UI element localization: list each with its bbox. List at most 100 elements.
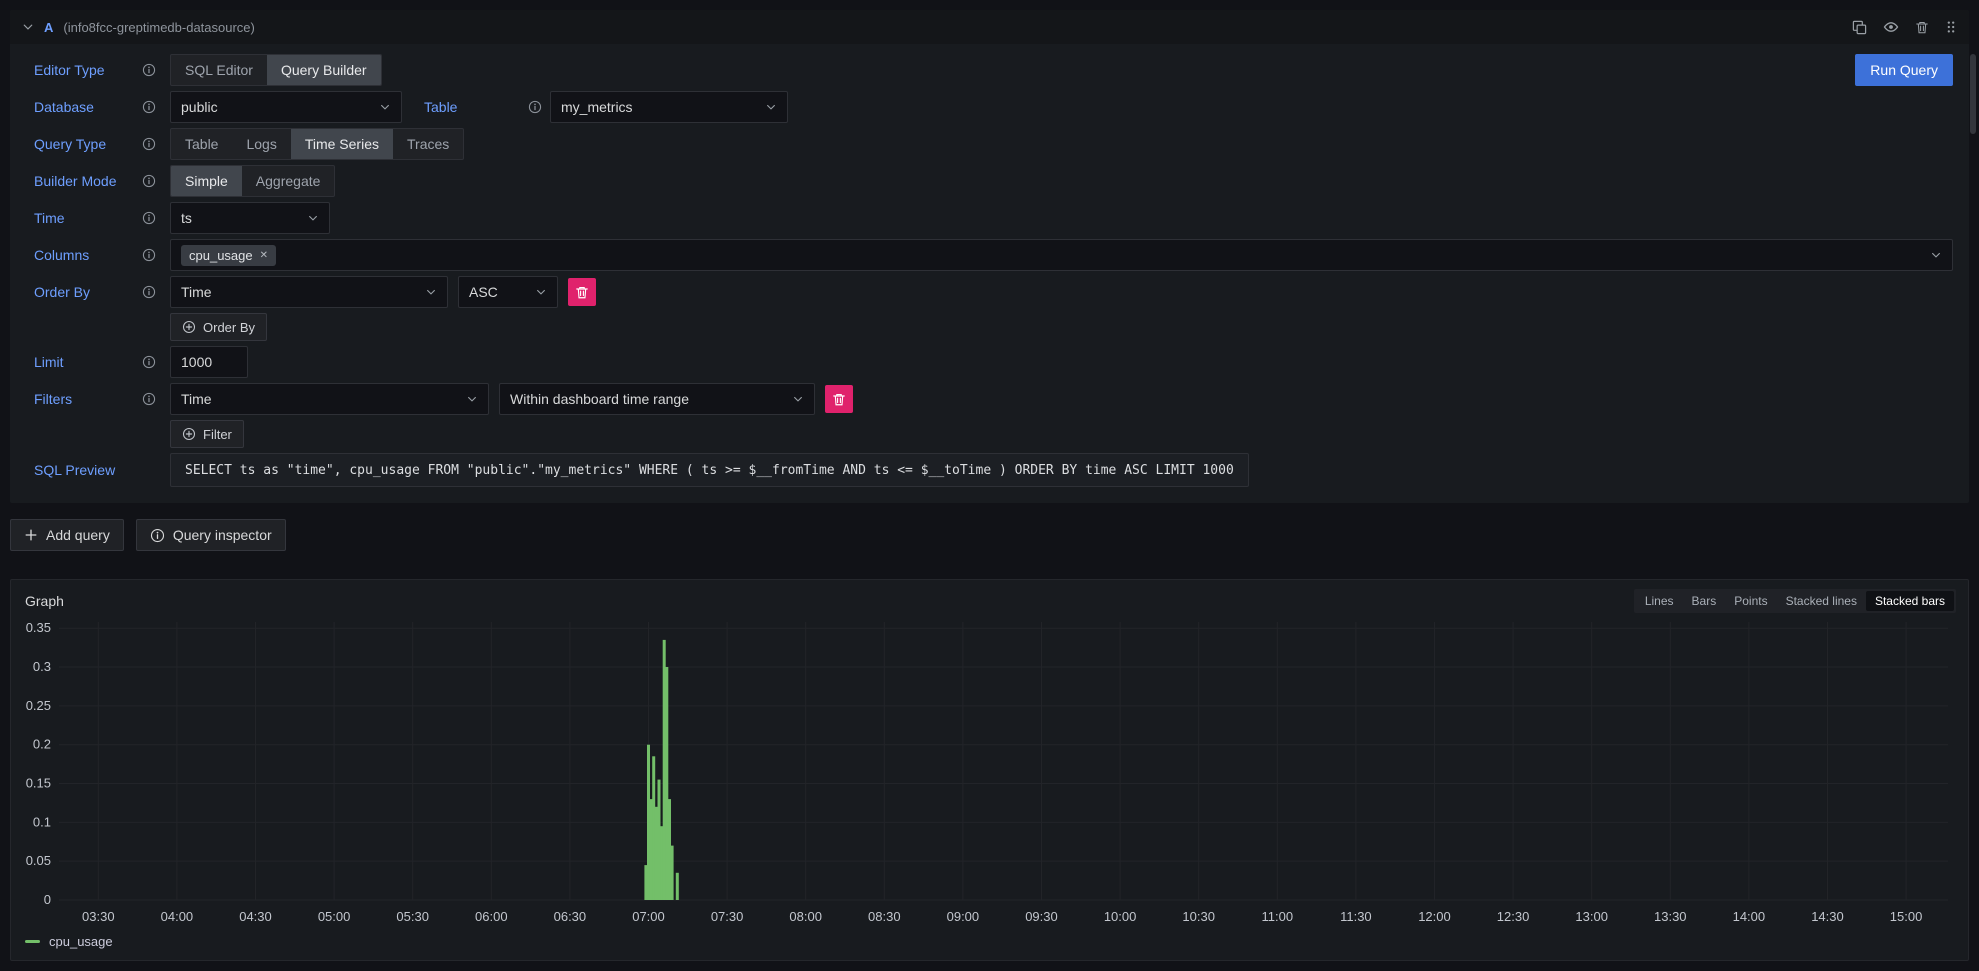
svg-text:08:30: 08:30 [868, 909, 901, 924]
query-type-logs[interactable]: Logs [232, 129, 290, 159]
svg-text:0.35: 0.35 [26, 620, 51, 635]
viz-option-stacked-bars[interactable]: Stacked bars [1866, 591, 1954, 611]
svg-text:11:00: 11:00 [1261, 909, 1293, 924]
query-type-label: Query Type [34, 136, 156, 152]
delete-order-by-button[interactable] [568, 278, 596, 306]
editor-type-label: Editor Type [34, 62, 156, 78]
svg-text:13:00: 13:00 [1575, 909, 1608, 924]
delete-filter-button[interactable] [825, 385, 853, 413]
svg-text:06:00: 06:00 [475, 909, 508, 924]
trash-icon [832, 392, 846, 407]
svg-text:07:30: 07:30 [711, 909, 744, 924]
order-by-field-select[interactable]: Time [170, 276, 448, 308]
table-select[interactable]: my_metrics [550, 91, 788, 123]
editor-type-query-builder[interactable]: Query Builder [267, 55, 381, 85]
row-filters: Filters Time Within dashboard time range [34, 383, 1953, 415]
svg-text:0.05: 0.05 [26, 853, 51, 868]
run-query-button[interactable]: Run Query [1855, 54, 1953, 86]
row-add-order-by: Order By [34, 313, 1953, 341]
delete-query-button[interactable] [1915, 20, 1929, 35]
svg-text:12:30: 12:30 [1497, 909, 1530, 924]
svg-text:06:30: 06:30 [554, 909, 587, 924]
copy-icon [1852, 20, 1867, 35]
query-type-table[interactable]: Table [171, 129, 232, 159]
row-query-type: Query Type Table Logs Time Series Traces [34, 128, 1953, 160]
editor-type-sql-editor[interactable]: SQL Editor [171, 55, 267, 85]
editor-type-toggle: SQL Editor Query Builder [170, 54, 382, 86]
query-type-time-series[interactable]: Time Series [291, 129, 393, 159]
collapse-chevron-icon[interactable] [22, 21, 34, 33]
add-order-by-button[interactable]: Order By [170, 313, 267, 341]
query-editor-card: A (info8fcc-greptimedb-datasource) [10, 10, 1969, 503]
info-icon[interactable] [142, 248, 156, 262]
filter-field-select[interactable]: Time [170, 383, 489, 415]
sql-preview-box: SELECT ts as "time", cpu_usage FROM "pub… [170, 453, 1249, 487]
svg-text:0.3: 0.3 [33, 659, 51, 674]
svg-text:0.25: 0.25 [26, 698, 51, 713]
legend-item-cpu-usage[interactable]: cpu_usage [11, 930, 1968, 960]
viz-option-stacked-lines[interactable]: Stacked lines [1777, 591, 1866, 611]
sql-preview-label: SQL Preview [34, 462, 156, 478]
svg-text:04:00: 04:00 [161, 909, 194, 924]
builder-mode-aggregate[interactable]: Aggregate [242, 166, 335, 196]
page: A (info8fcc-greptimedb-datasource) [0, 0, 1979, 971]
eye-icon [1883, 19, 1899, 35]
builder-mode-label: Builder Mode [34, 173, 156, 189]
info-icon[interactable] [142, 285, 156, 299]
row-builder-mode: Builder Mode Simple Aggregate [34, 165, 1953, 197]
order-by-direction-select[interactable]: ASC [458, 276, 558, 308]
chevron-down-icon [765, 101, 777, 113]
svg-text:0.1: 0.1 [33, 814, 51, 829]
table-label: Table [424, 99, 542, 115]
svg-text:0.2: 0.2 [33, 737, 51, 752]
column-tag[interactable]: cpu_usage ✕ [181, 245, 276, 266]
filter-condition-select[interactable]: Within dashboard time range [499, 383, 815, 415]
limit-input[interactable] [170, 346, 248, 378]
drag-handle[interactable] [1945, 20, 1957, 34]
grip-icon [1945, 20, 1957, 34]
row-columns: Columns cpu_usage ✕ [34, 239, 1953, 271]
time-select[interactable]: ts [170, 202, 330, 234]
viz-type-toggle: Lines Bars Points Stacked lines Stacked … [1634, 589, 1956, 613]
info-icon[interactable] [142, 211, 156, 225]
chevron-down-icon [535, 286, 547, 298]
row-sql-preview: SQL Preview SELECT ts as "time", cpu_usa… [34, 453, 1953, 487]
database-label: Database [34, 99, 156, 115]
info-icon[interactable] [142, 137, 156, 151]
svg-text:11:30: 11:30 [1340, 909, 1372, 924]
database-select[interactable]: public [170, 91, 402, 123]
panel-title: Graph [25, 593, 64, 609]
query-type-traces[interactable]: Traces [393, 129, 463, 159]
graph-panel-header: Graph Lines Bars Points Stacked lines St… [11, 580, 1968, 616]
plus-circle-icon [182, 320, 196, 334]
query-header: A (info8fcc-greptimedb-datasource) [10, 10, 1969, 44]
query-inspector-button[interactable]: Query inspector [136, 519, 286, 551]
info-icon[interactable] [142, 63, 156, 77]
duplicate-query-button[interactable] [1852, 20, 1867, 35]
svg-text:07:00: 07:00 [632, 909, 665, 924]
info-icon[interactable] [142, 100, 156, 114]
columns-multiselect[interactable]: cpu_usage ✕ [170, 239, 1953, 271]
add-filter-button[interactable]: Filter [170, 420, 244, 448]
chevron-down-icon [379, 101, 391, 113]
query-ref-label[interactable]: A [44, 20, 53, 35]
svg-text:15:00: 15:00 [1890, 909, 1923, 924]
info-icon[interactable] [528, 100, 542, 114]
chevron-down-icon [425, 286, 437, 298]
chevron-down-icon [792, 393, 804, 405]
scrollbar-thumb[interactable] [1970, 54, 1976, 134]
graph-plot-area[interactable]: 00.050.10.150.20.250.30.3503:3004:0004:3… [11, 616, 1968, 930]
info-icon[interactable] [142, 174, 156, 188]
info-icon[interactable] [142, 355, 156, 369]
remove-column-icon[interactable]: ✕ [260, 250, 268, 261]
viz-option-lines[interactable]: Lines [1636, 591, 1683, 611]
builder-mode-simple[interactable]: Simple [171, 166, 242, 196]
viz-option-bars[interactable]: Bars [1683, 591, 1726, 611]
query-type-toggle: Table Logs Time Series Traces [170, 128, 464, 160]
viz-option-points[interactable]: Points [1725, 591, 1776, 611]
svg-text:14:30: 14:30 [1811, 909, 1844, 924]
info-icon[interactable] [142, 392, 156, 406]
toggle-visibility-button[interactable] [1883, 19, 1899, 35]
timeseries-chart[interactable]: 00.050.10.150.20.250.30.3503:3004:0004:3… [11, 616, 1968, 930]
add-query-button[interactable]: Add query [10, 519, 124, 551]
